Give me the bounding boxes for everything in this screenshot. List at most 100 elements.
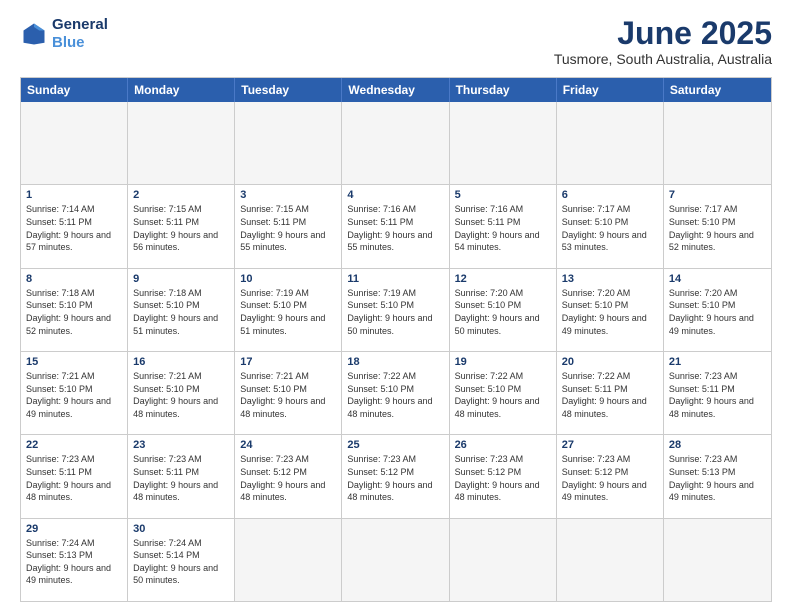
calendar-cell: 29 Sunrise: 7:24 AMSunset: 5:13 PMDayligh… (21, 519, 128, 601)
calendar-cell: 30 Sunrise: 7:24 AMSunset: 5:14 PMDayligh… (128, 519, 235, 601)
weekday-header: Saturday (664, 78, 771, 102)
calendar-cell (235, 519, 342, 601)
calendar-cell: 8Sunrise: 7:18 AMSunset: 5:10 PMDaylight… (21, 269, 128, 351)
day-number: 28 (669, 439, 766, 451)
cell-sun-info: Sunrise: 7:18 AMSunset: 5:10 PMDaylight:… (133, 287, 229, 337)
cell-sun-info: Sunrise: 7:23 AMSunset: 5:12 PMDaylight:… (347, 453, 443, 503)
day-number: 16 (133, 356, 229, 368)
page: General Blue June 2025 Tusmore, South Au… (0, 0, 792, 612)
cell-sun-info: Sunrise: 7:23 AMSunset: 5:11 PMDaylight:… (133, 453, 229, 503)
logo: General Blue (20, 16, 108, 52)
day-number: 7 (669, 189, 766, 201)
cell-sun-info: Sunrise: 7:23 AMSunset: 5:12 PMDaylight:… (455, 453, 551, 503)
day-number: 24 (240, 439, 336, 451)
calendar-cell (342, 102, 449, 184)
cell-sun-info: Sunrise: 7:19 AMSunset: 5:10 PMDaylight:… (347, 287, 443, 337)
cell-sun-info: Sunrise: 7:19 AMSunset: 5:10 PMDaylight:… (240, 287, 336, 337)
cell-sun-info: Sunrise: 7:22 AMSunset: 5:10 PMDaylight:… (455, 370, 551, 420)
calendar-cell (664, 519, 771, 601)
calendar-cell: 24 Sunrise: 7:23 AMSunset: 5:12 PMDayligh… (235, 435, 342, 517)
calendar-cell: 21 Sunrise: 7:23 AMSunset: 5:11 PMDayligh… (664, 352, 771, 434)
calendar-cell: 6 Sunrise: 7:17 AMSunset: 5:10 PMDaylight… (557, 185, 664, 267)
cell-sun-info: Sunrise: 7:20 AMSunset: 5:10 PMDaylight:… (562, 287, 658, 337)
calendar-cell: 23Sunrise: 7:23 AMSunset: 5:11 PMDayligh… (128, 435, 235, 517)
day-number: 29 (26, 523, 122, 535)
weekday-header: Tuesday (235, 78, 342, 102)
calendar-cell (664, 102, 771, 184)
cell-sun-info: Sunrise: 7:23 AMSunset: 5:12 PMDaylight:… (562, 453, 658, 503)
calendar-cell (557, 519, 664, 601)
calendar-cell: 20 Sunrise: 7:22 AMSunset: 5:11 PMDayligh… (557, 352, 664, 434)
calendar-cell: 26 Sunrise: 7:23 AMSunset: 5:12 PMDayligh… (450, 435, 557, 517)
weekday-header: Wednesday (342, 78, 449, 102)
calendar-cell (450, 519, 557, 601)
calendar-cell (235, 102, 342, 184)
calendar-cell: 12Sunrise: 7:20 AMSunset: 5:10 PMDayligh… (450, 269, 557, 351)
day-number: 25 (347, 439, 443, 451)
calendar-header: SundayMondayTuesdayWednesdayThursdayFrid… (21, 78, 771, 102)
calendar-cell: 10Sunrise: 7:19 AMSunset: 5:10 PMDayligh… (235, 269, 342, 351)
title-block: June 2025 Tusmore, South Australia, Aust… (554, 16, 772, 67)
day-number: 30 (133, 523, 229, 535)
calendar-cell: 7 Sunrise: 7:17 AMSunset: 5:10 PMDaylight… (664, 185, 771, 267)
calendar-week-row: 8 Sunrise: 7:18 AMSunset: 5:10 PMDaylight… (21, 268, 771, 351)
day-number: 14 (669, 273, 766, 285)
calendar: SundayMondayTuesdayWednesdayThursdayFrid… (20, 77, 772, 602)
day-number: 8 (26, 273, 122, 285)
cell-sun-info: Sunrise: 7:16 AMSunset: 5:11 PMDaylight:… (347, 203, 443, 253)
calendar-cell: 13 Sunrise: 7:20 AMSunset: 5:10 PMDayligh… (557, 269, 664, 351)
day-number: 9 (133, 273, 229, 285)
calendar-cell (557, 102, 664, 184)
cell-sun-info: Sunrise: 7:20 AMSunset: 5:10 PMDaylight:… (455, 287, 551, 337)
calendar-week-row: 15Sunrise: 7:21 AMSunset: 5:10 PMDayligh… (21, 351, 771, 434)
day-number: 19 (455, 356, 551, 368)
day-number: 3 (240, 189, 336, 201)
calendar-week-row: 22 Sunrise: 7:23 AMSunset: 5:11 PMDayligh… (21, 434, 771, 517)
cell-sun-info: Sunrise: 7:16 AMSunset: 5:11 PMDaylight:… (455, 203, 551, 253)
day-number: 27 (562, 439, 658, 451)
calendar-cell: 19 Sunrise: 7:22 AMSunset: 5:10 PMDayligh… (450, 352, 557, 434)
month-title: June 2025 (554, 16, 772, 51)
cell-sun-info: Sunrise: 7:22 AMSunset: 5:10 PMDaylight:… (347, 370, 443, 420)
cell-sun-info: Sunrise: 7:21 AMSunset: 5:10 PMDaylight:… (240, 370, 336, 420)
calendar-cell: 3Sunrise: 7:15 AMSunset: 5:11 PMDaylight… (235, 185, 342, 267)
day-number: 6 (562, 189, 658, 201)
day-number: 21 (669, 356, 766, 368)
cell-sun-info: Sunrise: 7:23 AMSunset: 5:12 PMDaylight:… (240, 453, 336, 503)
cell-sun-info: Sunrise: 7:17 AMSunset: 5:10 PMDaylight:… (562, 203, 658, 253)
day-number: 5 (455, 189, 551, 201)
day-number: 26 (455, 439, 551, 451)
day-number: 13 (562, 273, 658, 285)
calendar-cell: 2Sunrise: 7:15 AMSunset: 5:11 PMDaylight… (128, 185, 235, 267)
day-number: 18 (347, 356, 443, 368)
day-number: 11 (347, 273, 443, 285)
logo-icon (20, 20, 48, 48)
day-number: 20 (562, 356, 658, 368)
cell-sun-info: Sunrise: 7:21 AMSunset: 5:10 PMDaylight:… (133, 370, 229, 420)
cell-sun-info: Sunrise: 7:24 AMSunset: 5:13 PMDaylight:… (26, 537, 122, 587)
calendar-cell: 25 Sunrise: 7:23 AMSunset: 5:12 PMDayligh… (342, 435, 449, 517)
calendar-cell: 9 Sunrise: 7:18 AMSunset: 5:10 PMDaylight… (128, 269, 235, 351)
calendar-cell: 17Sunrise: 7:21 AMSunset: 5:10 PMDayligh… (235, 352, 342, 434)
cell-sun-info: Sunrise: 7:23 AMSunset: 5:11 PMDaylight:… (669, 370, 766, 420)
cell-sun-info: Sunrise: 7:22 AMSunset: 5:11 PMDaylight:… (562, 370, 658, 420)
weekday-header: Thursday (450, 78, 557, 102)
calendar-cell (342, 519, 449, 601)
calendar-cell (450, 102, 557, 184)
weekday-header: Monday (128, 78, 235, 102)
location-title: Tusmore, South Australia, Australia (554, 51, 772, 67)
calendar-cell: 1Sunrise: 7:14 AMSunset: 5:11 PMDaylight… (21, 185, 128, 267)
cell-sun-info: Sunrise: 7:23 AMSunset: 5:11 PMDaylight:… (26, 453, 122, 503)
day-number: 1 (26, 189, 122, 201)
cell-sun-info: Sunrise: 7:24 AMSunset: 5:14 PMDaylight:… (133, 537, 229, 587)
calendar-cell: 5 Sunrise: 7:16 AMSunset: 5:11 PMDaylight… (450, 185, 557, 267)
calendar-cell: 28 Sunrise: 7:23 AMSunset: 5:13 PMDayligh… (664, 435, 771, 517)
cell-sun-info: Sunrise: 7:17 AMSunset: 5:10 PMDaylight:… (669, 203, 766, 253)
cell-sun-info: Sunrise: 7:20 AMSunset: 5:10 PMDaylight:… (669, 287, 766, 337)
day-number: 22 (26, 439, 122, 451)
cell-sun-info: Sunrise: 7:23 AMSunset: 5:13 PMDaylight:… (669, 453, 766, 503)
weekday-header: Friday (557, 78, 664, 102)
calendar-week-row (21, 102, 771, 184)
calendar-cell: 27 Sunrise: 7:23 AMSunset: 5:12 PMDayligh… (557, 435, 664, 517)
calendar-cell: 15Sunrise: 7:21 AMSunset: 5:10 PMDayligh… (21, 352, 128, 434)
